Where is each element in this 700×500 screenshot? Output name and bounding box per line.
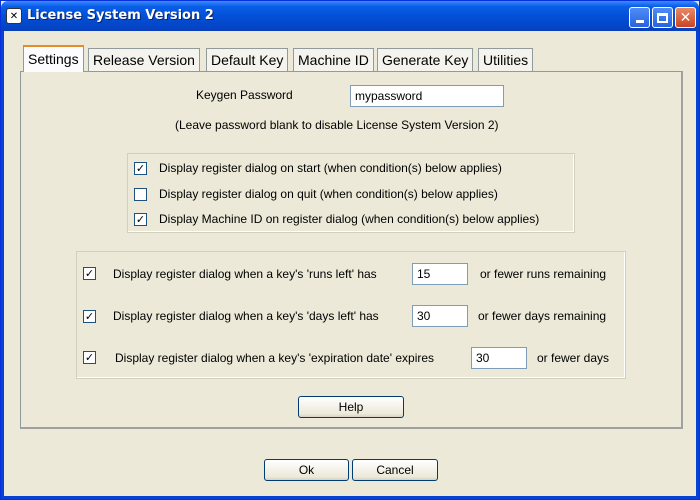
expiration-label: Display register dialog when a key's 'ex… bbox=[115, 351, 435, 365]
display-on-start-checkbox[interactable]: ✓ bbox=[134, 162, 147, 175]
window-border-left bbox=[1, 31, 4, 499]
maximize-icon bbox=[657, 12, 668, 23]
display-on-quit-label: Display register dialog on quit (when co… bbox=[159, 187, 498, 201]
days-left-label: Display register dialog when a key's 'da… bbox=[113, 309, 379, 323]
tab-default-key[interactable]: Default Key bbox=[206, 48, 289, 71]
days-left-input[interactable]: 30 bbox=[412, 305, 468, 327]
runs-left-input[interactable]: 15 bbox=[412, 263, 468, 285]
password-hint: (Leave password blank to disable License… bbox=[175, 118, 499, 132]
runs-left-checkbox[interactable]: ✓ bbox=[83, 267, 96, 280]
runs-left-label: Display register dialog when a key's 'ru… bbox=[113, 267, 377, 281]
maximize-button[interactable] bbox=[652, 7, 673, 28]
days-left-suffix: or fewer days remaining bbox=[478, 309, 607, 323]
license-app-icon[interactable]: ✕ bbox=[6, 8, 22, 24]
display-on-start-label: Display register dialog on start (when c… bbox=[159, 161, 502, 175]
minimize-button[interactable] bbox=[629, 7, 650, 28]
expiration-input[interactable]: 30 bbox=[471, 347, 527, 369]
cancel-button[interactable]: Cancel bbox=[352, 459, 438, 481]
close-button[interactable]: ✕ bbox=[675, 7, 696, 28]
display-on-quit-checkbox[interactable] bbox=[134, 188, 147, 201]
days-left-checkbox[interactable]: ✓ bbox=[83, 310, 96, 323]
keygen-password-label: Keygen Password bbox=[196, 88, 293, 102]
title-bar[interactable]: ✕ License System Version 2 ✕ bbox=[1, 1, 699, 31]
tab-generate-key[interactable]: Generate Key bbox=[377, 48, 474, 71]
tab-settings[interactable]: Settings bbox=[23, 45, 84, 72]
expiration-suffix: or fewer days bbox=[537, 351, 610, 365]
ok-button[interactable]: Ok bbox=[264, 459, 349, 481]
tab-machine-id[interactable]: Machine ID bbox=[293, 48, 374, 71]
close-icon: ✕ bbox=[679, 9, 692, 26]
display-machine-id-checkbox[interactable]: ✓ bbox=[134, 213, 147, 226]
runs-left-suffix: or fewer runs remaining bbox=[480, 267, 607, 281]
expiration-checkbox[interactable]: ✓ bbox=[83, 351, 96, 364]
tab-release-version[interactable]: Release Version bbox=[88, 48, 200, 71]
help-button[interactable]: Help bbox=[298, 396, 404, 418]
window-border-right bbox=[696, 31, 699, 499]
display-machine-id-label: Display Machine ID on register dialog (w… bbox=[159, 212, 540, 226]
keygen-password-input[interactable]: mypassword bbox=[350, 85, 504, 107]
window-border-bottom bbox=[1, 496, 699, 499]
license-window: ✕ License System Version 2 ✕ Settings Re… bbox=[0, 0, 700, 500]
minimize-icon bbox=[635, 20, 644, 23]
window-title: License System Version 2 bbox=[27, 8, 214, 23]
tab-utilities[interactable]: Utilities bbox=[478, 48, 534, 71]
